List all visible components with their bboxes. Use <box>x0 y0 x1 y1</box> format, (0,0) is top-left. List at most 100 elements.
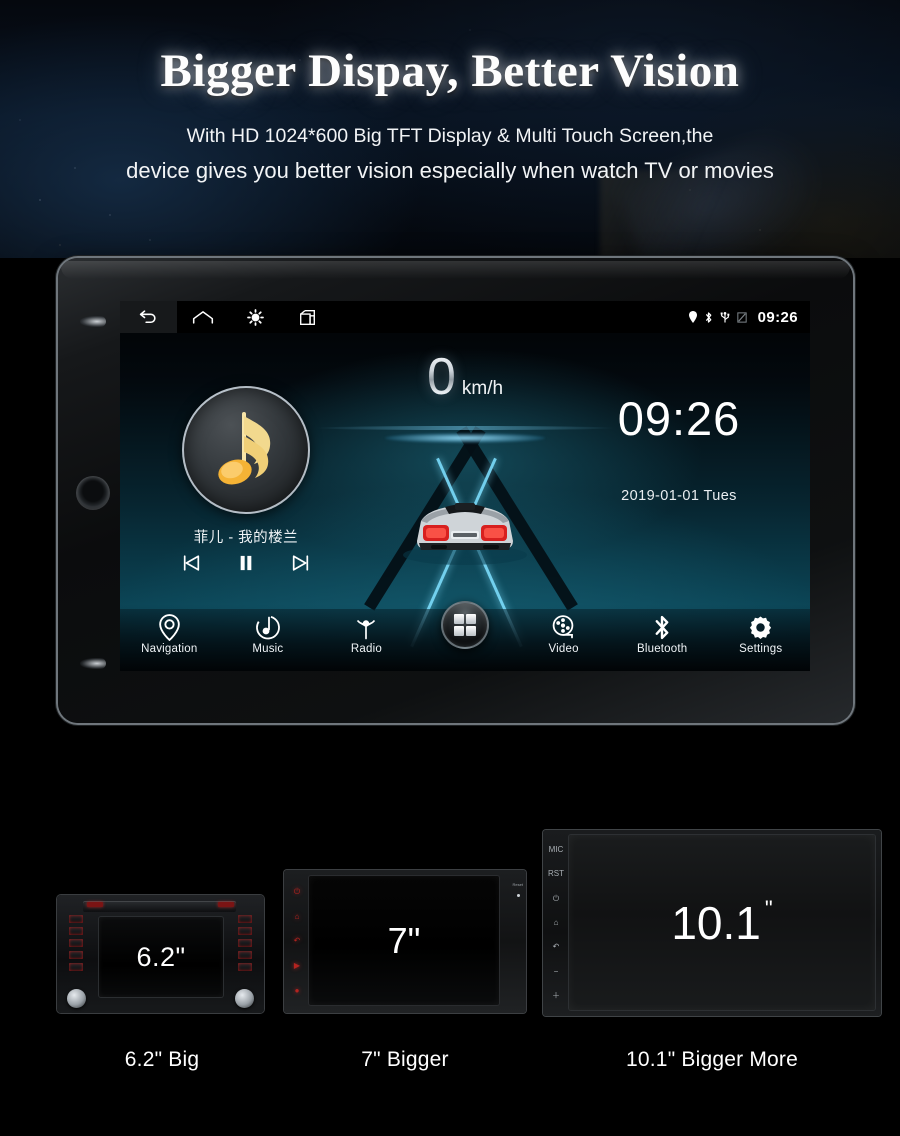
side-button-home[interactable]: ⌂ <box>295 912 300 921</box>
sensor-led-top <box>80 316 106 327</box>
dock-item-navigation[interactable]: Navigation <box>120 609 219 655</box>
indicator-led-left <box>87 902 103 907</box>
speed-value: 0 <box>426 348 456 406</box>
indicator-led-right <box>218 902 234 907</box>
dock-label: Settings <box>739 643 783 655</box>
unit-10-1-inch: MIC RST ⏻ ⌂ ↶ − ＋ 10.1 " <box>543 830 881 1016</box>
recents-icon <box>299 309 315 325</box>
unit-7-screen: 7" <box>309 876 499 1005</box>
location-pin-icon <box>688 311 697 323</box>
side-button-back[interactable]: ↶ <box>294 937 301 945</box>
unit-10-1-screen: 10.1 " <box>569 835 875 1010</box>
dock-label: Video <box>548 643 579 655</box>
next-track-icon[interactable] <box>292 555 309 571</box>
reset-label: Reset <box>512 882 523 887</box>
location-pin-icon <box>159 614 180 641</box>
unit-7-inch: ⏻ ⌂ ↶ ▶ ● 7" Reset <box>284 870 526 1013</box>
caption-10-1: 10.1" Bigger More <box>626 1048 798 1071</box>
android-status-bar: 09:26 <box>120 301 810 333</box>
album-art[interactable] <box>182 386 310 514</box>
home-icon <box>192 311 214 324</box>
side-button-power[interactable]: ⏻ <box>553 894 559 903</box>
page-title: Bigger Dispay, Better Vision <box>160 45 740 97</box>
caption-7: 7" Bigger <box>361 1048 449 1071</box>
dock-item-video[interactable]: Video <box>514 609 613 655</box>
playback-controls <box>146 555 346 571</box>
recents-button[interactable] <box>281 301 333 333</box>
unit-7-side-buttons[interactable]: ⏻ ⌂ ↶ ▶ ● <box>289 880 305 1003</box>
status-icons-tray: 09:26 <box>688 308 810 326</box>
horizon-glow <box>385 433 545 443</box>
dock-item-settings[interactable]: Settings <box>711 609 810 655</box>
volume-knob-left[interactable] <box>67 989 86 1008</box>
dock-item-radio[interactable]: Radio <box>317 609 416 655</box>
music-note-icon <box>255 615 280 640</box>
unit-10-1-size-label: 10.1 " <box>671 896 772 950</box>
bezel-highlight <box>61 261 850 279</box>
previous-track-icon[interactable] <box>183 555 200 571</box>
bluetooth-icon <box>705 311 712 323</box>
unit-10-1-size-inch-mark: " <box>764 895 773 921</box>
side-button-back[interactable]: ↶ <box>553 943 560 951</box>
pause-icon[interactable] <box>239 555 253 571</box>
subtitle-line-2: device gives you better vision especiall… <box>126 158 774 183</box>
clock-widget: 09:26 2019-01-01 Tues <box>564 391 794 504</box>
unit-10-1-side-buttons[interactable]: MIC RST ⏻ ⌂ ↶ − ＋ <box>546 838 566 1008</box>
film-reel-icon <box>552 615 574 639</box>
device-screen: 09:26 0 km/h 菲儿 - 我的楼兰 09:26 2019-01-01 … <box>120 301 810 671</box>
music-widget[interactable]: 菲儿 - 我的楼兰 <box>146 386 346 571</box>
usb-icon <box>720 311 729 322</box>
unit-7-size-label: 7" <box>387 919 421 961</box>
dock-center-slot <box>416 601 515 649</box>
gear-icon <box>750 616 772 639</box>
side-knob[interactable] <box>76 476 110 510</box>
radio-antenna-icon <box>357 619 376 640</box>
unit-6-2-size-label: 6.2" <box>136 941 186 972</box>
subtitle-line-1: With HD 1024*600 Big TFT Display & Multi… <box>186 125 714 147</box>
dock-label: Music <box>252 643 284 655</box>
app-dock: Navigation Music Radio Video Bluetooth S… <box>120 601 810 671</box>
disc-slot <box>83 901 236 912</box>
left-button-column[interactable] <box>69 915 83 971</box>
sd-card-icon <box>736 311 747 323</box>
dock-label: Bluetooth <box>636 643 688 655</box>
right-button-column[interactable] <box>238 915 252 971</box>
back-arrow-icon <box>139 309 156 323</box>
track-title: 菲儿 - 我的楼兰 <box>193 530 299 546</box>
music-note-icon <box>218 412 271 485</box>
brightness-button[interactable] <box>229 301 281 333</box>
caption-6-2: 6.2" Big <box>124 1048 200 1071</box>
size-comparison-section: 6.2" ⏻ ⌂ ↶ ▶ ● 7" Reset MIC RST ⏻ ⌂ ↶ − … <box>0 760 900 1136</box>
unit-10-1-size-number: 10.1 <box>671 896 761 949</box>
apps-button[interactable] <box>441 601 490 649</box>
unit-6-2-inch: 6.2" <box>57 895 264 1013</box>
unit-6-2-screen: 6.2" <box>99 917 223 997</box>
side-button-play[interactable]: ▶ <box>294 962 300 970</box>
clock-date: 2019-01-01 Tues <box>621 488 737 504</box>
volume-knob-right[interactable] <box>235 989 254 1008</box>
clock-time: 09:26 <box>617 392 741 445</box>
hero-banner: Bigger Dispay, Better Vision With HD 102… <box>0 0 900 258</box>
speedometer: 0 km/h <box>427 351 503 403</box>
microphone-hole <box>517 894 520 897</box>
side-button-power[interactable]: ⏻ <box>294 888 300 896</box>
home-button[interactable] <box>177 301 229 333</box>
side-button-mic[interactable]: MIC <box>549 846 564 854</box>
dock-label: Radio <box>350 643 382 655</box>
dock-item-music[interactable]: Music <box>219 609 318 655</box>
dock-label: Navigation <box>141 643 198 655</box>
sports-car-illustration <box>403 503 527 565</box>
side-button-reset[interactable]: RST <box>548 870 564 878</box>
sensor-led-bottom <box>80 658 106 669</box>
speed-unit: km/h <box>461 378 504 399</box>
car-head-unit-device: 09:26 0 km/h 菲儿 - 我的楼兰 09:26 2019-01-01 … <box>58 258 853 723</box>
side-button-volume-up[interactable]: ＋ <box>552 991 560 1000</box>
side-button-mute[interactable]: ● <box>295 986 300 995</box>
back-button[interactable] <box>120 301 177 333</box>
side-button-volume-down[interactable]: − <box>554 967 559 976</box>
apps-grid-icon <box>454 614 477 636</box>
dock-item-bluetooth[interactable]: Bluetooth <box>613 609 712 655</box>
bluetooth-icon <box>655 615 669 640</box>
side-button-home[interactable]: ⌂ <box>554 918 559 927</box>
status-bar-clock: 09:26 <box>757 308 798 326</box>
